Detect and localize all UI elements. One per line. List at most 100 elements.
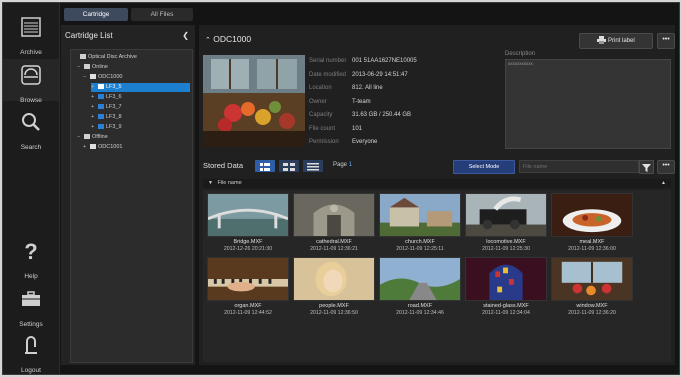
list-view-icon (307, 163, 319, 171)
folder-icon (98, 94, 104, 100)
select-mode-button[interactable]: Select Mode (453, 160, 515, 174)
file-tile[interactable]: Bridge.MXF 2012-12-26 20:21:30 (207, 193, 289, 253)
tree-toggle[interactable]: + (91, 113, 98, 122)
cartridge-title-text: ODC1000 (213, 34, 252, 44)
tree-node[interactable]: + LF3_8 (91, 113, 122, 122)
more-options-button[interactable]: ••• (657, 33, 675, 49)
sort-desc-icon: ▼ (208, 180, 213, 186)
tree-node[interactable]: Optical Disc Archive (73, 53, 137, 62)
people-thumbnail[interactable] (293, 257, 375, 301)
meal-thumbnail[interactable] (551, 193, 633, 237)
file-date: 2012-11-09 12:34:04 (482, 310, 530, 316)
page-label: Page (333, 162, 348, 168)
folder-icon (98, 104, 104, 110)
sort-asc-icon[interactable]: ▲ (661, 179, 666, 188)
tree-node-label: LF3_7 (106, 104, 122, 110)
file-date: 2012-11-09 12:34:46 (396, 310, 444, 316)
file-date: 2012-11-09 12:36:50 (310, 310, 358, 316)
list-view-button[interactable] (303, 160, 323, 172)
tree-node[interactable]: + LF3_5 (91, 83, 190, 92)
detail-view-button[interactable] (279, 160, 299, 172)
cartridge-title[interactable]: ⌃ ODC1000 (205, 34, 251, 44)
tab-all-files[interactable]: All Files (131, 8, 193, 21)
file-grid: Bridge.MXF 2012-12-26 20:21:30 cathedral.M… (203, 190, 671, 362)
tree-toggle[interactable]: − (83, 73, 90, 82)
tree-toggle[interactable]: + (91, 93, 98, 102)
description-label: Description (505, 51, 536, 57)
tree-node-label: LF3_9 (106, 124, 122, 130)
tree-toggle[interactable]: + (91, 123, 98, 132)
file-name: church.MXF (405, 239, 435, 245)
nav-browse[interactable]: Browse (3, 59, 59, 104)
tree-node[interactable]: + ODC1001 (83, 143, 122, 152)
chevron-left-icon[interactable]: ❮ (182, 31, 189, 40)
cartridge-list-title: Cartridge List (65, 31, 113, 40)
svg-text:?: ? (24, 239, 37, 263)
file-tile[interactable]: church.MXF 2012-11-09 12:25:11 (379, 193, 461, 253)
window-thumbnail[interactable] (551, 257, 633, 301)
tree-toggle[interactable]: + (91, 103, 98, 112)
file-name: organ.MXF (234, 303, 262, 309)
tree-node[interactable]: − Offline (77, 133, 108, 142)
metadata-key: Owner (309, 98, 327, 105)
nav-help[interactable]: ? Help (3, 235, 59, 280)
metadata-key: File count (309, 125, 336, 132)
nav-logout[interactable]: Logout (3, 329, 59, 374)
print-label-text: Print label (607, 38, 635, 44)
file-tile[interactable]: window.MXF 2012-11-09 12:36:20 (551, 257, 633, 317)
file-tile[interactable]: stained-glass.MXF 2012-11-09 12:34:04 (465, 257, 547, 317)
file-date: 2012-11-09 12:44:52 (224, 310, 272, 316)
tab-cartridge[interactable]: Cartridge (64, 8, 128, 21)
metadata-key: Permission (309, 139, 339, 145)
print-label-button[interactable]: Print label (579, 33, 653, 49)
tree-toggle[interactable]: − (77, 133, 84, 142)
folder-icon (98, 84, 104, 90)
tree-node[interactable]: + LF3_7 (91, 103, 122, 112)
file-date: 2012-11-09 12:36:00 (568, 246, 616, 252)
cathedral-thumbnail[interactable] (293, 193, 375, 237)
file-tile[interactable]: road.MXF 2012-11-09 12:34:46 (379, 257, 461, 317)
nav-logout-label: Logout (21, 367, 41, 374)
sort-bar[interactable]: ▼ File name ▲ (203, 179, 671, 188)
metadata-value: 2013-06-29 14:51:47 (352, 71, 408, 78)
cartridge-tree: Optical Disc Archive − Online − ODC1000 + LF3_… (70, 49, 193, 363)
organ-thumbnail[interactable] (207, 257, 289, 301)
file-tile[interactable]: meal.MXF 2012-11-09 12:36:00 (551, 193, 633, 253)
locomotive-thumbnail[interactable] (465, 193, 547, 237)
file-tile[interactable]: cathedral.MXF 2012-11-09 12:36:21 (293, 193, 375, 253)
file-name: meal.MXF (579, 239, 605, 245)
tree-node[interactable]: + LF3_6 (91, 93, 122, 102)
nav-archive-label: Archive (20, 49, 42, 56)
file-date: 2012-11-09 12:25:30 (482, 246, 530, 252)
tree-node-label: LF3_6 (106, 94, 122, 100)
tree-node-label: Online (92, 64, 108, 70)
tree-toggle[interactable]: − (77, 63, 84, 72)
stained-glass-thumbnail[interactable] (465, 257, 547, 301)
tree-toggle[interactable]: + (91, 83, 98, 92)
tree-node[interactable]: − Online (77, 63, 108, 72)
metadata-key: Serial number (309, 58, 347, 64)
tree-node[interactable]: − ODC1000 (83, 73, 122, 82)
tree-toggle[interactable]: + (83, 143, 90, 152)
thumbnail-view-button[interactable] (255, 160, 275, 172)
nav-archive[interactable]: Archive (3, 11, 59, 56)
file-tile[interactable]: organ.MXF 2012-11-09 12:44:52 (207, 257, 289, 317)
file-tile[interactable]: locomotive.MXF 2012-11-09 12:25:30 (465, 193, 547, 253)
tree-node[interactable]: + LF3_9 (91, 123, 122, 132)
nav-settings[interactable]: Settings (3, 283, 59, 328)
metadata-value: 812. All line (352, 85, 383, 91)
chevron-up-icon: ⌃ (205, 37, 211, 44)
filter-button[interactable] (639, 160, 654, 174)
file-name-filter-input[interactable] (519, 160, 639, 173)
bridge-thumbnail[interactable] (207, 193, 289, 237)
road-thumbnail[interactable] (379, 257, 461, 301)
stored-more-button[interactable]: ••• (657, 160, 675, 174)
church-thumbnail[interactable] (379, 193, 461, 237)
description-field[interactable]: xxxxxxxxxxx (505, 59, 671, 149)
nav-search[interactable]: Search (3, 106, 59, 151)
file-tile[interactable]: people.MXF 2012-11-09 12:36:50 (293, 257, 375, 317)
disc-browse-icon (21, 65, 41, 85)
drive-icon (84, 64, 90, 70)
page-number[interactable]: 1 (349, 162, 352, 168)
cartridge-detail-panel: ⌃ ODC1000 Print label ••• Serial number 0… (199, 25, 675, 365)
